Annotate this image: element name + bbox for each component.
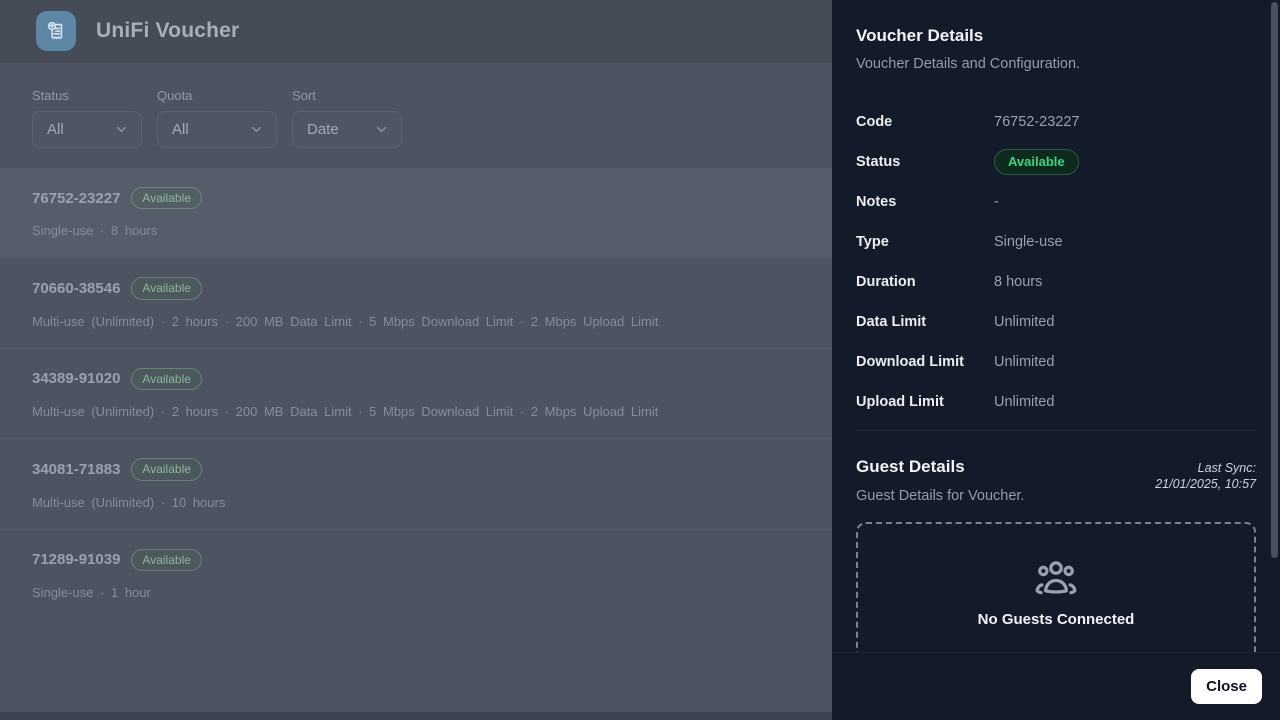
detail-row-code: Code 76752-23227	[856, 102, 1256, 142]
no-guests-text: No Guests Connected	[978, 611, 1135, 628]
detail-data-limit-value: Unlimited	[994, 314, 1054, 330]
guest-details-title: Guest Details	[856, 457, 1024, 477]
detail-row-status: Status Available	[856, 142, 1256, 182]
detail-row-data-limit: Data Limit Unlimited	[856, 302, 1256, 342]
guest-details-header: Guest Details Guest Details for Voucher.…	[856, 457, 1256, 504]
detail-row-upload-limit: Upload Limit Unlimited	[856, 382, 1256, 422]
detail-duration-value: 8 hours	[994, 274, 1042, 290]
detail-code-value: 76752-23227	[994, 114, 1079, 130]
close-button[interactable]: Close	[1191, 669, 1262, 704]
detail-row-notes: Notes -	[856, 182, 1256, 222]
voucher-detail-rows: Code 76752-23227 Status Available Notes …	[856, 102, 1256, 422]
last-sync-value: 21/01/2025, 10:57	[1155, 476, 1256, 492]
detail-row-type: Type Single-use	[856, 222, 1256, 262]
panel-title: Voucher Details	[856, 26, 1256, 46]
detail-notes-value: -	[994, 194, 999, 210]
panel-scrollbar[interactable]	[1271, 2, 1278, 558]
voucher-list-page: UniFi Voucher Status All Quota All Sort	[0, 0, 832, 720]
detail-row-download-limit: Download Limit Unlimited	[856, 342, 1256, 382]
last-sync-label: Last Sync:	[1155, 460, 1256, 476]
detail-row-duration: Duration 8 hours	[856, 262, 1256, 302]
guest-details-subtitle: Guest Details for Voucher.	[856, 488, 1024, 504]
no-guests-box: No Guests Connected	[856, 522, 1256, 652]
detail-type-value: Single-use	[994, 234, 1063, 250]
app-window: UniFi Voucher Status All Quota All Sort	[0, 0, 1280, 720]
modal-backdrop[interactable]	[0, 0, 832, 720]
last-sync: Last Sync: 21/01/2025, 10:57	[1155, 457, 1256, 504]
status-badge: Available	[994, 149, 1079, 175]
panel-footer: Close	[832, 652, 1280, 720]
section-divider	[856, 430, 1256, 431]
detail-upload-limit-value: Unlimited	[994, 394, 1054, 410]
voucher-details-panel: Voucher Details Voucher Details and Conf…	[832, 0, 1280, 720]
panel-subtitle: Voucher Details and Configuration.	[856, 56, 1256, 72]
users-icon	[1033, 556, 1079, 602]
panel-content: Voucher Details Voucher Details and Conf…	[832, 0, 1280, 652]
detail-download-limit-value: Unlimited	[994, 354, 1054, 370]
